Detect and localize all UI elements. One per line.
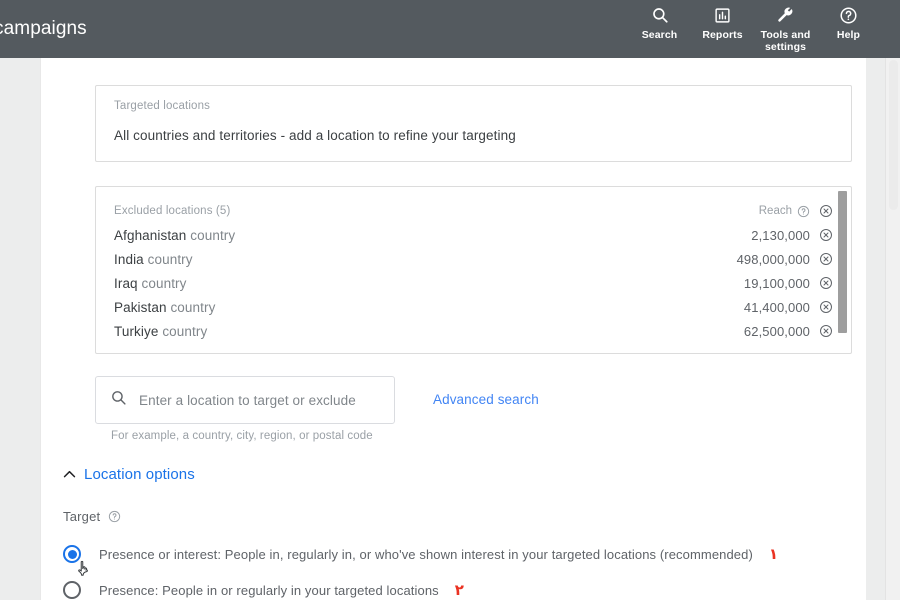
location-name: Afghanistan country [114,227,236,243]
app-root: campaigns Search Reports Tools and setti… [0,0,900,600]
table-row: Pakistan country 41,400,000 [96,295,851,319]
help-circle-icon[interactable] [797,205,810,218]
excluded-locations-header: Excluded locations (5) Reach [96,199,851,223]
location-name: Iraq country [114,275,187,291]
remove-location-button[interactable] [818,300,833,315]
search-icon [110,389,127,411]
location-reach: 62,500,000 [743,323,810,339]
location-name: India country [114,251,193,267]
topbar-item-tools-and-settings[interactable]: Tools and settings [754,0,817,53]
remove-location-button[interactable] [818,324,833,339]
location-name: Turkiye country [114,323,208,339]
table-row: Turkiye country 62,500,000 [96,319,851,343]
search-input-placeholder: Enter a location to target or exclude [139,392,356,408]
location-search-row: Enter a location to target or exclude Fo… [95,376,866,442]
topbar-item-label: Tools and settings [760,29,811,53]
target-section-label: Target [63,509,866,524]
topbar-item-search[interactable]: Search [628,0,691,41]
excluded-locations-scroll-area[interactable]: Excluded locations (5) Reach Afghanistan… [96,187,851,353]
topbar-item-reports[interactable]: Reports [691,0,754,41]
remove-location-button[interactable] [818,228,833,243]
topbar-actions: Search Reports Tools and settings Help [628,0,900,58]
reports-icon [714,4,731,26]
location-name: Pakistan country [114,299,216,315]
topbar-item-label: Search [641,29,678,41]
targeted-locations-value: All countries and territories - add a lo… [114,128,516,143]
target-label-text: Target [63,509,101,524]
top-navigation-bar: campaigns Search Reports Tools and setti… [0,0,900,58]
remove-all-excluded-button[interactable] [818,204,833,219]
radio-button[interactable] [63,581,81,599]
table-row: Afghanistan country 2,130,000 [96,223,851,247]
targeted-locations-caption: Targeted locations [114,100,211,112]
table-row: Iraq country 19,100,000 [96,271,851,295]
location-search-group: Enter a location to target or exclude Fo… [95,376,395,442]
topbar-item-help[interactable]: Help [817,0,880,41]
target-option-presence[interactable]: Presence: People in or regularly in your… [63,574,866,600]
remove-location-button[interactable] [818,252,833,267]
page-scrollbar-thumb[interactable] [889,60,898,210]
help-circle-icon[interactable] [108,510,121,523]
target-option-label: Presence: People in or regularly in your… [99,582,439,598]
annotation-marker: ۲ [454,581,464,599]
location-reach: 19,100,000 [743,275,810,291]
search-hint-text: For example, a country, city, region, or… [111,430,373,442]
topbar-item-label: Help [836,29,861,41]
location-reach: 41,400,000 [743,299,810,315]
location-options-label: Location options [84,466,195,483]
topbar-item-label: Reports [702,29,743,41]
help-icon [839,4,858,26]
chevron-up-icon [61,466,78,483]
advanced-search-link[interactable]: Advanced search [433,392,539,407]
remove-location-button[interactable] [818,276,833,291]
excluded-locations-caption: Excluded locations (5) [114,205,231,217]
excluded-locations-scrollbar[interactable] [838,191,847,349]
target-option-label: Presence or interest: People in, regular… [99,546,753,562]
table-row: India country 498,000,000 [96,247,851,271]
target-option-presence-or-interest[interactable]: Presence or interest: People in, regular… [63,538,866,576]
search-icon [651,4,669,26]
page-title: campaigns [0,18,87,39]
search-input[interactable]: Enter a location to target or exclude [95,376,395,424]
targeted-locations-panel: Targeted locations All countries and ter… [95,85,852,162]
excluded-locations-panel: Excluded locations (5) Reach Afghanistan… [95,186,852,354]
page-scrollbar[interactable] [885,58,900,600]
location-options-toggle[interactable]: Location options [61,466,866,483]
excluded-locations-scrollbar-thumb[interactable] [838,191,847,333]
location-reach: 2,130,000 [751,227,810,243]
excluded-locations-list: Afghanistan country 2,130,000 India coun… [96,223,851,343]
reach-column-header: Reach [758,205,792,217]
location-reach: 498,000,000 [736,251,810,267]
content-inner: Targeted locations All countries and ter… [41,58,866,600]
content-card: Targeted locations All countries and ter… [40,58,866,600]
wrench-icon [776,4,795,26]
annotation-marker: ۱ [768,545,779,563]
